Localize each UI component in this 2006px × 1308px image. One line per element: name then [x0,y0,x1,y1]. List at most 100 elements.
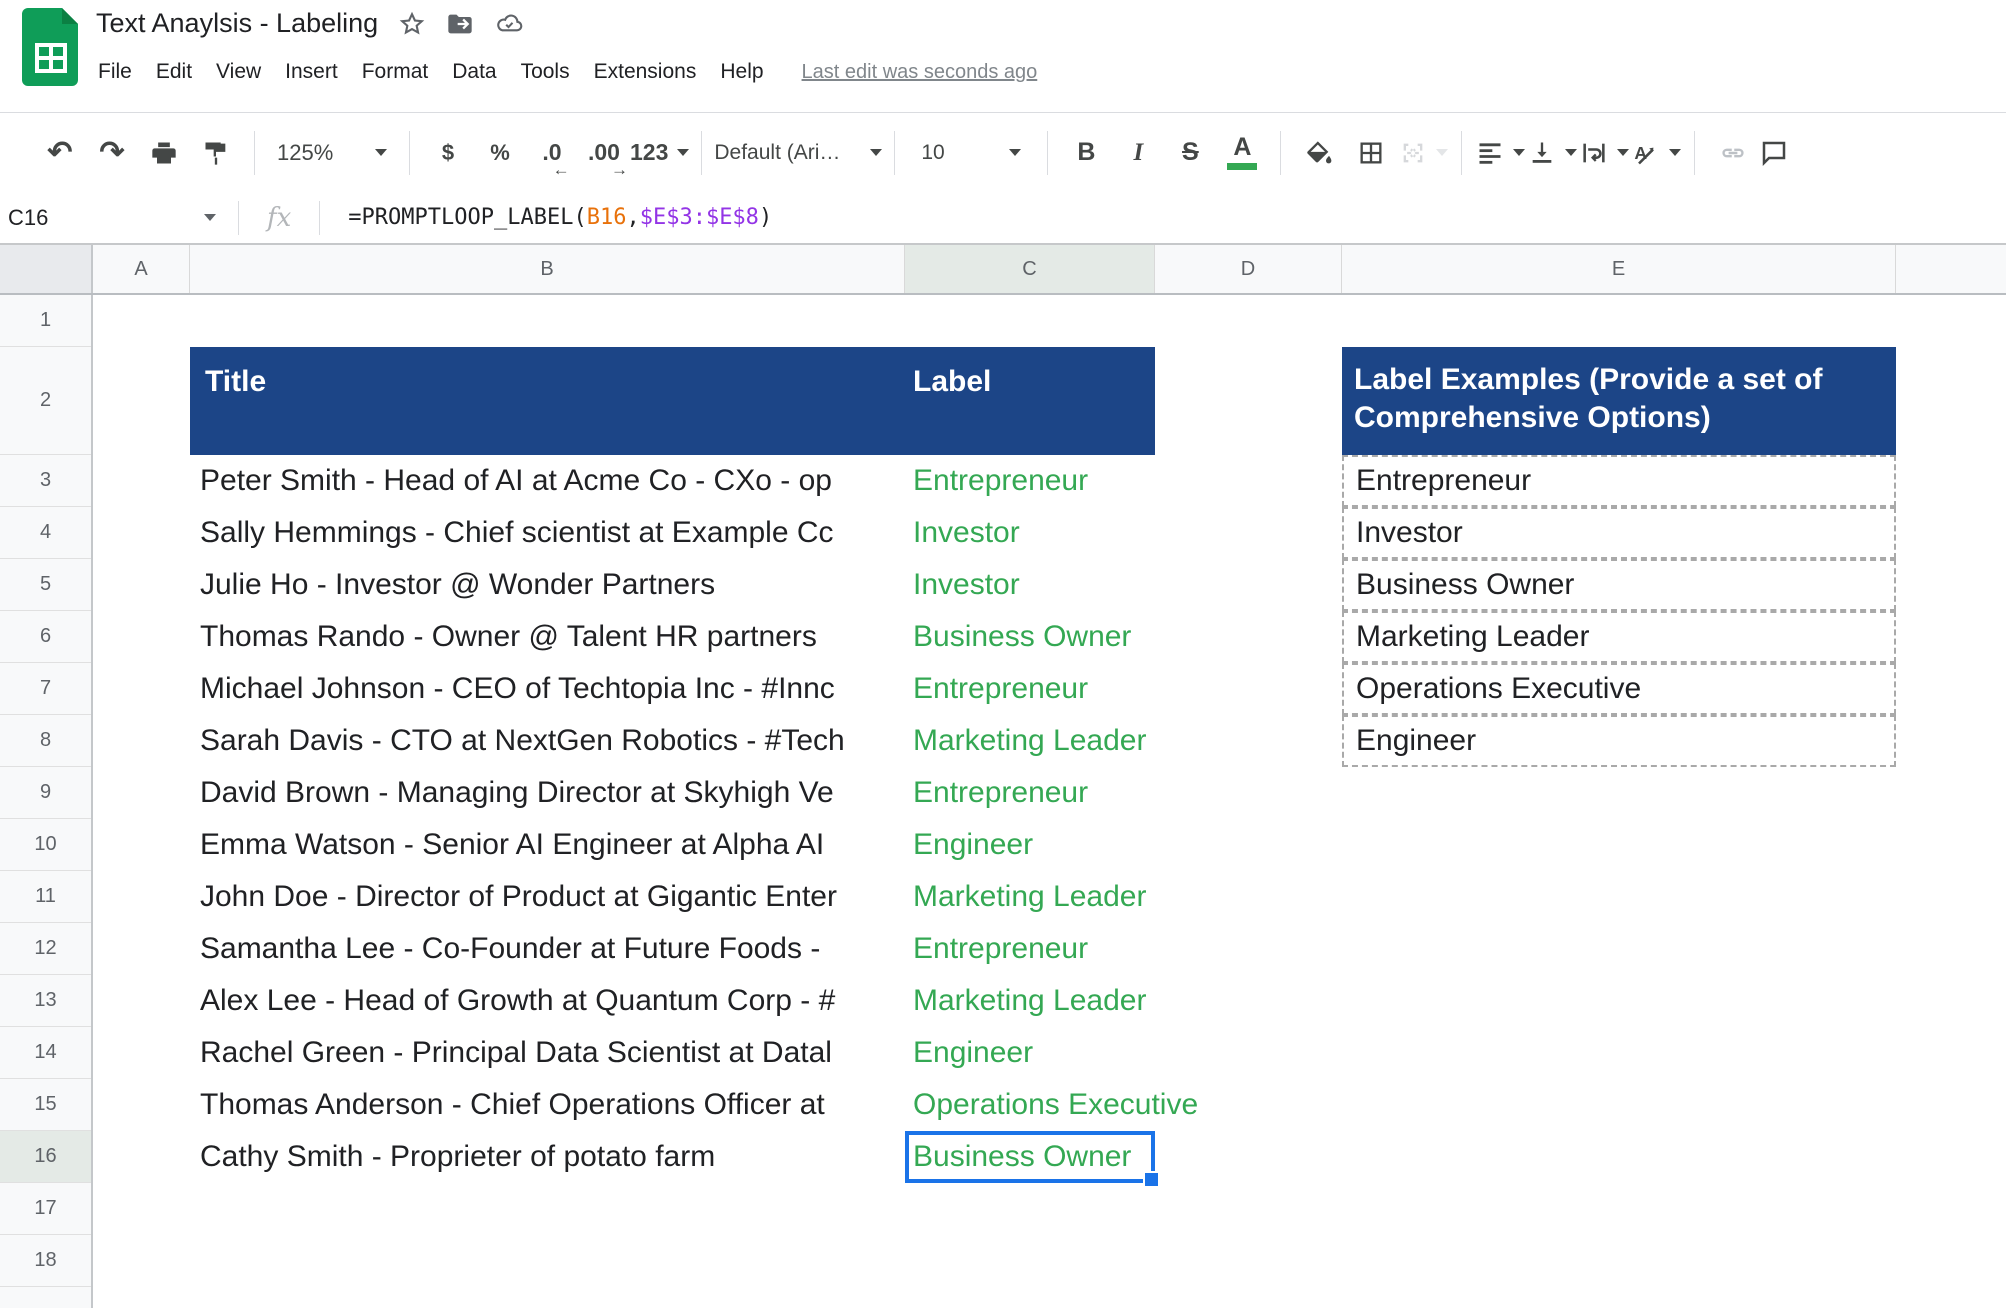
cell-c6[interactable]: Business Owner [905,611,1325,663]
cell-b12[interactable]: Samantha Lee - Co-Founder at Future Food… [190,923,905,975]
zoom-select[interactable]: 125% [267,127,397,179]
cloud-check-icon[interactable] [494,10,524,38]
menu-data[interactable]: Data [440,56,508,88]
cell-c8[interactable]: Marketing Leader [905,715,1325,767]
cell-e4[interactable]: Investor [1342,507,1896,559]
fill-handle[interactable] [1143,1171,1160,1188]
cell-c5[interactable]: Investor [905,559,1325,611]
print-button[interactable] [138,127,190,179]
cell-e3[interactable]: Entrepreneur [1342,455,1896,507]
row-header-12[interactable]: 12 [0,923,91,975]
table-header-block[interactable] [190,347,1155,455]
insert-link-button[interactable] [1707,127,1759,179]
row-header-15[interactable]: 15 [0,1079,91,1131]
row-header-16[interactable]: 16 [0,1131,91,1183]
column-header-d[interactable]: D [1155,245,1342,293]
row-header-3[interactable]: 3 [0,455,91,507]
formula-input[interactable]: =PROMPTLOOP_LABEL(B16,$E$3:$E$8) [320,205,772,230]
cell-c7[interactable]: Entrepreneur [905,663,1325,715]
cell-b9[interactable]: David Brown - Managing Director at Skyhi… [190,767,905,819]
cell-e5[interactable]: Business Owner [1342,559,1896,611]
cell-c3[interactable]: Entrepreneur [905,455,1325,507]
fill-color-button[interactable] [1293,127,1345,179]
redo-button[interactable]: ↷ [86,127,138,179]
menu-extensions[interactable]: Extensions [582,56,709,88]
merge-cells-button[interactable] [1397,127,1449,179]
row-header-10[interactable]: 10 [0,819,91,871]
last-edit-link[interactable]: Last edit was seconds ago [802,61,1038,84]
italic-button[interactable]: I [1112,127,1164,179]
font-select[interactable]: Default (Ari… [714,127,882,179]
cell-c9[interactable]: Entrepreneur [905,767,1325,819]
row-header-8[interactable]: 8 [0,715,91,767]
cell-b6[interactable]: Thomas Rando - Owner @ Talent HR partner… [190,611,905,663]
undo-button[interactable]: ↶ [34,127,86,179]
row-header-13[interactable]: 13 [0,975,91,1027]
table-header-label[interactable]: Label [913,363,991,401]
menu-format[interactable]: Format [350,56,441,88]
row-header-14[interactable]: 14 [0,1027,91,1079]
increase-decimal-button[interactable]: .00→ [578,127,630,179]
cell-b13[interactable]: Alex Lee - Head of Growth at Quantum Cor… [190,975,905,1027]
row-header-2[interactable]: 2 [0,347,91,455]
menu-file[interactable]: File [86,56,144,88]
cell-c14[interactable]: Engineer [905,1027,1325,1079]
row-header-6[interactable]: 6 [0,611,91,663]
move-folder-icon[interactable] [446,10,474,38]
number-format-button[interactable]: 123 [630,127,689,179]
column-header-b[interactable]: B [190,245,905,293]
selected-cell-outline[interactable] [905,1131,1155,1183]
currency-button[interactable]: $ [422,127,474,179]
insert-comment-button[interactable] [1759,127,1789,179]
cell-b3[interactable]: Peter Smith - Head of AI at Acme Co - CX… [190,455,905,507]
column-header-c[interactable]: C [905,245,1155,293]
star-icon[interactable] [398,10,426,38]
row-header-9[interactable]: 9 [0,767,91,819]
cell-c4[interactable]: Investor [905,507,1325,559]
cell-c12[interactable]: Entrepreneur [905,923,1325,975]
cell-b8[interactable]: Sarah Davis - CTO at NextGen Robotics - … [190,715,905,767]
cell-e7[interactable]: Operations Executive [1342,663,1896,715]
table-header-title[interactable]: Title [205,363,266,401]
menu-edit[interactable]: Edit [144,56,204,88]
examples-header-block[interactable]: Label Examples (Provide a set of Compreh… [1342,347,1896,455]
decrease-decimal-button[interactable]: .0← [526,127,578,179]
row-header-11[interactable]: 11 [0,871,91,923]
menu-view[interactable]: View [204,56,273,88]
select-all-button[interactable] [0,245,93,293]
menu-help[interactable]: Help [708,56,775,88]
strikethrough-button[interactable]: S [1164,127,1216,179]
name-box[interactable]: C16 [0,205,238,231]
row-header-19-partial[interactable] [0,1287,91,1308]
cell-b14[interactable]: Rachel Green - Principal Data Scientist … [190,1027,905,1079]
cell-e6[interactable]: Marketing Leader [1342,611,1896,663]
row-header-5[interactable]: 5 [0,559,91,611]
menu-insert[interactable]: Insert [273,56,350,88]
sheet-grid[interactable]: Title Label Label Examples (Provide a se… [93,295,2006,1308]
cell-c13[interactable]: Marketing Leader [905,975,1325,1027]
text-color-button[interactable]: A [1216,127,1268,179]
cell-c15[interactable]: Operations Executive [905,1079,1325,1131]
cell-b15[interactable]: Thomas Anderson - Chief Operations Offic… [190,1079,905,1131]
column-header-f[interactable] [1896,245,2006,293]
row-header-4[interactable]: 4 [0,507,91,559]
cell-b16[interactable]: Cathy Smith - Proprieter of potato farm [190,1131,905,1183]
cell-b7[interactable]: Michael Johnson - CEO of Techtopia Inc -… [190,663,905,715]
text-rotation-button[interactable]: A [1630,127,1682,179]
borders-button[interactable] [1345,127,1397,179]
bold-button[interactable]: B [1060,127,1112,179]
font-size-select[interactable]: 10 [907,127,1035,179]
horizontal-align-button[interactable] [1474,127,1526,179]
row-header-1[interactable]: 1 [0,295,91,347]
row-header-17[interactable]: 17 [0,1183,91,1235]
cell-c11[interactable]: Marketing Leader [905,871,1325,923]
cell-c10[interactable]: Engineer [905,819,1325,871]
percent-button[interactable]: % [474,127,526,179]
cell-b5[interactable]: Julie Ho - Investor @ Wonder Partners [190,559,905,611]
vertical-align-button[interactable] [1526,127,1578,179]
document-title[interactable]: Text Anaylsis - Labeling [96,8,378,39]
cell-b11[interactable]: John Doe - Director of Product at Gigant… [190,871,905,923]
text-wrap-button[interactable] [1578,127,1630,179]
row-header-7[interactable]: 7 [0,663,91,715]
paint-format-button[interactable] [190,127,242,179]
